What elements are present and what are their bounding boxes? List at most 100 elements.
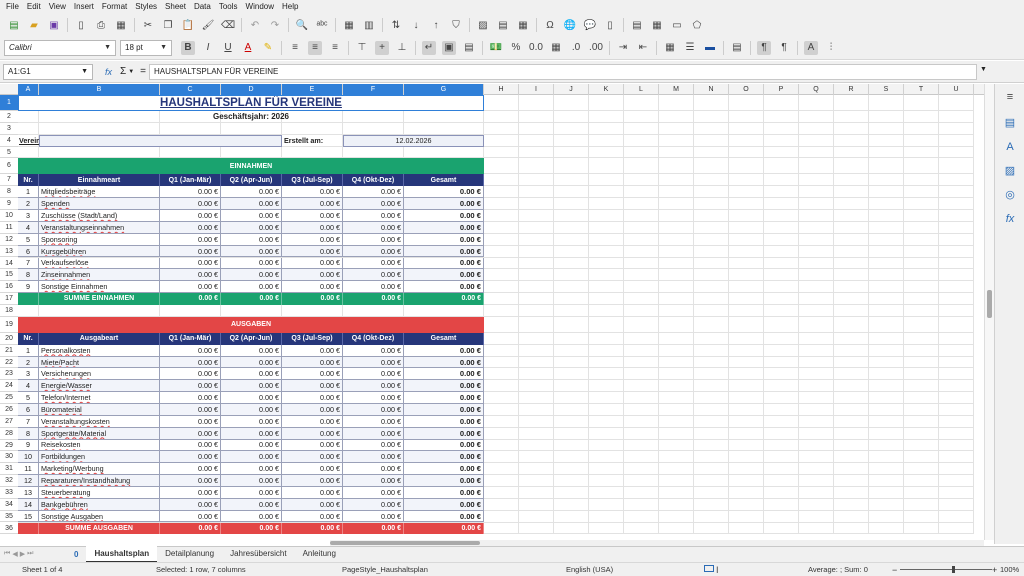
row-header-20[interactable]: 20: [0, 333, 18, 345]
copy-icon[interactable]: ❐: [161, 18, 175, 32]
income-value-cell[interactable]: 0.00 €: [160, 245, 221, 258]
income-value-cell[interactable]: 0.00 €: [343, 186, 404, 199]
column-header-t[interactable]: T: [904, 84, 939, 95]
income-header-1[interactable]: Einnahmeart: [39, 174, 160, 187]
row-header-7[interactable]: 7: [0, 174, 18, 187]
column-header-i[interactable]: I: [519, 84, 554, 95]
row-header-29[interactable]: 29: [0, 440, 18, 452]
income-value-cell[interactable]: 0.00 €: [282, 281, 343, 294]
expense-value-cell[interactable]: 0.00 €: [221, 356, 282, 369]
undo-icon[interactable]: ↶: [248, 18, 262, 32]
hyperlink-icon[interactable]: 🌐: [563, 18, 577, 32]
row-header-10[interactable]: 10: [0, 210, 18, 222]
spelling-icon[interactable]: ᵃᵇᶜ: [315, 18, 329, 32]
expense-sum-cell[interactable]: 0.00 €: [282, 522, 343, 535]
column-header-n[interactable]: N: [694, 84, 729, 95]
expense-value-cell[interactable]: 0.00 €: [160, 415, 221, 428]
fiscal-year[interactable]: Geschäftsjahr: 2026: [18, 111, 484, 123]
expense-value-cell[interactable]: 0.00 €: [404, 498, 484, 511]
income-header-3[interactable]: Q2 (Apr-Jun): [221, 174, 282, 187]
column-header-q[interactable]: Q: [799, 84, 834, 95]
income-header-6[interactable]: Gesamt: [404, 174, 484, 187]
income-value-cell[interactable]: 0.00 €: [343, 233, 404, 246]
income-sum-label[interactable]: SUMME EINNAHMEN: [39, 293, 160, 305]
expense-value-cell[interactable]: 0.00 €: [404, 344, 484, 357]
income-value-cell[interactable]: 0.00 €: [404, 198, 484, 211]
clear-formatting-icon[interactable]: ⌫: [221, 18, 235, 32]
formula-icon[interactable]: =: [140, 66, 146, 77]
expense-value-cell[interactable]: 0.00 €: [343, 344, 404, 357]
expense-row-label[interactable]: Reisekosten: [39, 439, 160, 452]
expense-value-cell[interactable]: 0.00 €: [160, 486, 221, 499]
income-value-cell[interactable]: 0.00 €: [221, 233, 282, 246]
expense-value-cell[interactable]: 0.00 €: [221, 392, 282, 404]
income-value-cell[interactable]: 0.00 €: [343, 281, 404, 294]
row-header-27[interactable]: 27: [0, 416, 18, 428]
income-value-cell[interactable]: 0.00 €: [282, 233, 343, 246]
income-value-cell[interactable]: 0.00 €: [221, 269, 282, 282]
income-header-0[interactable]: Nr.: [18, 174, 39, 187]
income-value-cell[interactable]: 0.00 €: [221, 221, 282, 234]
sum-icon[interactable]: Σ: [120, 66, 126, 77]
income-sum-cell[interactable]: 0.00 €: [221, 293, 282, 305]
row-header-30[interactable]: 30: [0, 451, 18, 464]
row-header-25[interactable]: 25: [0, 392, 18, 404]
expense-header-5[interactable]: Q4 (Okt-Dez): [343, 332, 404, 345]
expense-value-cell[interactable]: 0.00 €: [404, 392, 484, 404]
print-preview-icon[interactable]: ▦: [114, 18, 128, 32]
column-header-a[interactable]: A: [18, 84, 39, 95]
income-value-cell[interactable]: 0.00 €: [343, 198, 404, 211]
menu-item-data[interactable]: Data: [192, 0, 217, 14]
tab-anleitung[interactable]: Anleitung: [295, 546, 344, 563]
zoom-out-icon[interactable]: −: [892, 565, 897, 575]
redo-icon[interactable]: ↷: [268, 18, 282, 32]
expense-value-cell[interactable]: 0.00 €: [343, 486, 404, 499]
expense-value-cell[interactable]: 0.00 €: [404, 486, 484, 499]
currency-format-icon[interactable]: 💵: [489, 41, 503, 55]
income-value-cell[interactable]: 0.00 €: [282, 186, 343, 199]
expense-row-label[interactable]: Steuerberatung: [39, 486, 160, 499]
function-wizard-icon[interactable]: fx: [105, 67, 112, 77]
expense-value-cell[interactable]: 0.00 €: [404, 475, 484, 487]
row-header-23[interactable]: 23: [0, 368, 18, 381]
expense-value-cell[interactable]: 0.00 €: [282, 427, 343, 440]
expense-value-cell[interactable]: 0.00 €: [221, 486, 282, 499]
income-header-4[interactable]: Q3 (Jul-Sep): [282, 174, 343, 187]
row-header-33[interactable]: 33: [0, 487, 18, 499]
row-header-11[interactable]: 11: [0, 222, 18, 234]
expense-value-cell[interactable]: 0.00 €: [221, 475, 282, 487]
income-value-cell[interactable]: 0.00 €: [221, 210, 282, 222]
conditional-format-icon[interactable]: ▤: [730, 41, 744, 55]
align-top-icon[interactable]: ⊤: [355, 41, 369, 55]
income-value-cell[interactable]: 0.00 €: [160, 198, 221, 211]
tab-jahresübersicht[interactable]: Jahresübersicht: [222, 546, 294, 563]
expense-value-cell[interactable]: 0.00 €: [221, 344, 282, 357]
column-header-o[interactable]: O: [729, 84, 764, 95]
font-name-combo[interactable]: Calibri ▼: [4, 39, 116, 56]
expense-value-cell[interactable]: 0.00 €: [404, 380, 484, 393]
column-header-l[interactable]: L: [624, 84, 659, 95]
income-value-cell[interactable]: 0.00 €: [404, 210, 484, 222]
expense-value-cell[interactable]: 0.00 €: [282, 380, 343, 393]
expense-header-4[interactable]: Q3 (Jul-Sep): [282, 332, 343, 345]
menu-icon[interactable]: ≡: [1003, 90, 1017, 104]
highlight-color-icon[interactable]: ✎: [261, 41, 275, 55]
expense-row-label[interactable]: Büromaterial: [39, 404, 160, 416]
income-value-cell[interactable]: 0.00 €: [160, 257, 221, 270]
find-replace-icon[interactable]: 🔍: [295, 18, 309, 32]
expense-value-cell[interactable]: 0.00 €: [343, 439, 404, 452]
expense-sum-cell[interactable]: 0.00 €: [160, 522, 221, 535]
expense-value-cell[interactable]: 0.00 €: [343, 451, 404, 464]
expense-row-label[interactable]: Energie/Wasser: [39, 380, 160, 393]
menu-item-insert[interactable]: Insert: [72, 0, 100, 14]
verein-input[interactable]: [39, 134, 282, 147]
expense-value-cell[interactable]: 0.00 €: [404, 510, 484, 523]
column-header-m[interactable]: M: [659, 84, 694, 95]
expense-row-label[interactable]: Miete/Pacht: [39, 356, 160, 369]
expense-value-cell[interactable]: 0.00 €: [282, 392, 343, 404]
expense-value-cell[interactable]: 0.00 €: [404, 404, 484, 416]
column-header-c[interactable]: C: [160, 84, 221, 95]
properties-icon[interactable]: ▤: [1003, 116, 1017, 130]
open-icon[interactable]: ▰: [27, 18, 41, 32]
income-value-cell[interactable]: 0.00 €: [282, 269, 343, 282]
